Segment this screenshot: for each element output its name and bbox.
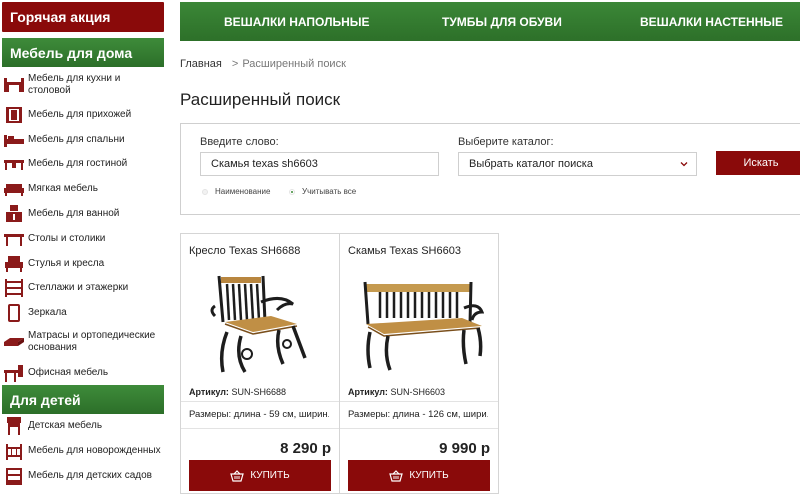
- catalog-select-value: Выбрать каталог поиска: [469, 158, 593, 170]
- sidebar-item-kitchen[interactable]: Мебель для кухни и столовой: [0, 72, 165, 98]
- sidebar-item-mirrors[interactable]: Зеркала: [0, 303, 165, 323]
- breadcrumb-home[interactable]: Главная: [180, 58, 222, 70]
- sidebar-item-label: Офисная мебель: [28, 367, 109, 378]
- sidebar-item-hallway[interactable]: Мебель для прихожей: [0, 105, 165, 125]
- product-card[interactable]: Кресло Texas SH6688 Артикул: SUN-SH6688 …: [180, 233, 340, 494]
- catalog-label: Выберите каталог:: [458, 136, 554, 148]
- buy-button[interactable]: КУПИТЬ: [189, 460, 331, 491]
- sidebar-item-label: Матрасы и ортопедические основания: [28, 330, 156, 353]
- product-price: 9 990 р: [439, 440, 490, 457]
- armchair-icon: [3, 254, 25, 274]
- sidebar-item-bedroom[interactable]: Мебель для спальни: [0, 130, 165, 150]
- bathroom-icon: [3, 204, 25, 224]
- hallway-icon: [3, 105, 25, 125]
- word-label: Введите слово:: [200, 136, 279, 148]
- mattress-icon: [3, 332, 25, 352]
- sidebar-item-newborn[interactable]: Мебель для новорожденных: [0, 441, 165, 461]
- shelf-icon: [3, 278, 25, 298]
- sidebar-item-label: Мягкая мебель: [28, 183, 98, 194]
- search-button[interactable]: Искать: [716, 151, 800, 175]
- radio-name-label: Наименование: [215, 187, 271, 196]
- kitchen-icon: [3, 75, 25, 95]
- sidebar-item-label: Стулья и кресла: [28, 258, 105, 269]
- product-price: 8 290 р: [280, 440, 331, 457]
- sku-label: Артикул:: [189, 387, 229, 397]
- catalog-select[interactable]: Выбрать каталог поиска: [458, 152, 697, 176]
- chevron-down-icon: [680, 162, 688, 167]
- sidebar-item-label: Мебель для ванной: [28, 208, 120, 219]
- nav-shoe-cabinets[interactable]: ТУМБЫ ДЛЯ ОБУВИ: [442, 15, 562, 29]
- sidebar-item-living-room[interactable]: Мебель для гостиной: [0, 154, 165, 174]
- buy-button[interactable]: КУПИТЬ: [348, 460, 490, 491]
- divider: [340, 401, 498, 402]
- product-name[interactable]: Кресло Texas SH6688: [189, 245, 300, 257]
- product-sku: Артикул: SUN-SH6603: [348, 387, 445, 397]
- product-size: Размеры: длина - 59 см, ширин...: [189, 409, 329, 420]
- sku-value: SUN-SH6688: [231, 387, 286, 397]
- sidebar-item-label: Зеркала: [28, 307, 67, 318]
- buy-button-label: КУПИТЬ: [250, 470, 290, 481]
- home-furniture-heading[interactable]: Мебель для дома: [2, 38, 164, 67]
- sidebar-item-label: Столы и столики: [28, 233, 106, 244]
- radio-unchecked-icon: [202, 188, 208, 195]
- radio-name[interactable]: Наименование: [202, 187, 270, 196]
- sidebar-item-label: Стеллажи и этажерки: [28, 282, 129, 293]
- product-card[interactable]: Скамья Texas SH6603 Артикул: SUN-SH6603 …: [339, 233, 499, 494]
- product-size: Размеры: длина - 126 см, шири...: [348, 409, 488, 420]
- sidebar-item-soft-furniture[interactable]: Мягкая мебель: [0, 179, 165, 199]
- sidebar-item-label: Мебель для новорожденных: [28, 445, 161, 456]
- table-icon: [3, 229, 25, 249]
- kids-furniture-icon: [3, 416, 25, 436]
- product-image-armchair[interactable]: [201, 272, 325, 378]
- breadcrumb-separator: >: [231, 58, 239, 70]
- nav-floor-hangers[interactable]: ВЕШАЛКИ НАПОЛЬНЫЕ: [224, 15, 370, 29]
- basket-icon: [230, 469, 245, 482]
- radio-all[interactable]: Учитывать все: [289, 187, 356, 196]
- search-word-input[interactable]: Скамья texas sh6603: [200, 152, 439, 176]
- crib-icon: [3, 441, 25, 461]
- buy-button-label: КУПИТЬ: [409, 470, 449, 481]
- nav-wall-hangers[interactable]: ВЕШАЛКИ НАСТЕННЫЕ: [640, 15, 783, 29]
- sidebar-item-tables[interactable]: Столы и столики: [0, 229, 165, 249]
- basket-icon: [389, 469, 404, 482]
- sku-label: Артикул:: [348, 387, 388, 397]
- sku-value: SUN-SH6603: [390, 387, 445, 397]
- product-sku: Артикул: SUN-SH6688: [189, 387, 286, 397]
- hot-deals-link[interactable]: Горячая акция: [2, 2, 164, 32]
- search-panel: Введите слово: Скамья texas sh6603 Выбер…: [180, 123, 800, 215]
- sidebar: Горячая акция Мебель для дома Мебель для…: [0, 0, 165, 494]
- product-name[interactable]: Скамья Texas SH6603: [348, 245, 461, 257]
- sofa-icon: [3, 179, 25, 199]
- page-title: Расширенный поиск: [180, 90, 341, 109]
- divider: [181, 428, 339, 429]
- breadcrumb-current: Расширенный поиск: [242, 58, 346, 70]
- living-room-icon: [3, 154, 25, 174]
- sidebar-item-kindergarten[interactable]: Мебель для детских садов: [0, 466, 165, 486]
- sidebar-item-chairs[interactable]: Стулья и кресла: [0, 254, 165, 274]
- office-icon: [3, 363, 25, 383]
- sidebar-item-label: Мебель для кухни и столовой: [28, 73, 121, 96]
- bed-icon: [3, 130, 25, 150]
- breadcrumb: Главная > Расширенный поиск: [180, 58, 346, 70]
- divider: [181, 401, 339, 402]
- sidebar-item-label: Мебель для гостиной: [28, 158, 128, 169]
- radio-all-label: Учитывать все: [302, 187, 357, 196]
- sidebar-item-label: Детская мебель: [28, 420, 103, 431]
- kindergarten-icon: [3, 466, 25, 486]
- product-image-bench[interactable]: [360, 272, 484, 378]
- sidebar-item-office[interactable]: Офисная мебель: [0, 363, 165, 383]
- sidebar-item-bathroom[interactable]: Мебель для ванной: [0, 204, 165, 224]
- sidebar-item-label: Мебель для детских садов: [28, 470, 152, 481]
- sidebar-item-shelves[interactable]: Стеллажи и этажерки: [0, 278, 165, 298]
- sidebar-item-mattresses[interactable]: Матрасы и ортопедические основания: [0, 329, 165, 355]
- top-navigation: ВЕШАЛКИ НАПОЛЬНЫЕ ТУМБЫ ДЛЯ ОБУВИ ВЕШАЛК…: [180, 2, 800, 41]
- sidebar-item-label: Мебель для прихожей: [28, 109, 132, 120]
- kids-heading[interactable]: Для детей: [2, 385, 164, 414]
- sidebar-item-label: Мебель для спальни: [28, 134, 125, 145]
- mirror-icon: [3, 303, 25, 323]
- sidebar-item-kids-furniture[interactable]: Детская мебель: [0, 416, 165, 436]
- divider: [340, 428, 498, 429]
- radio-checked-icon: [289, 188, 295, 195]
